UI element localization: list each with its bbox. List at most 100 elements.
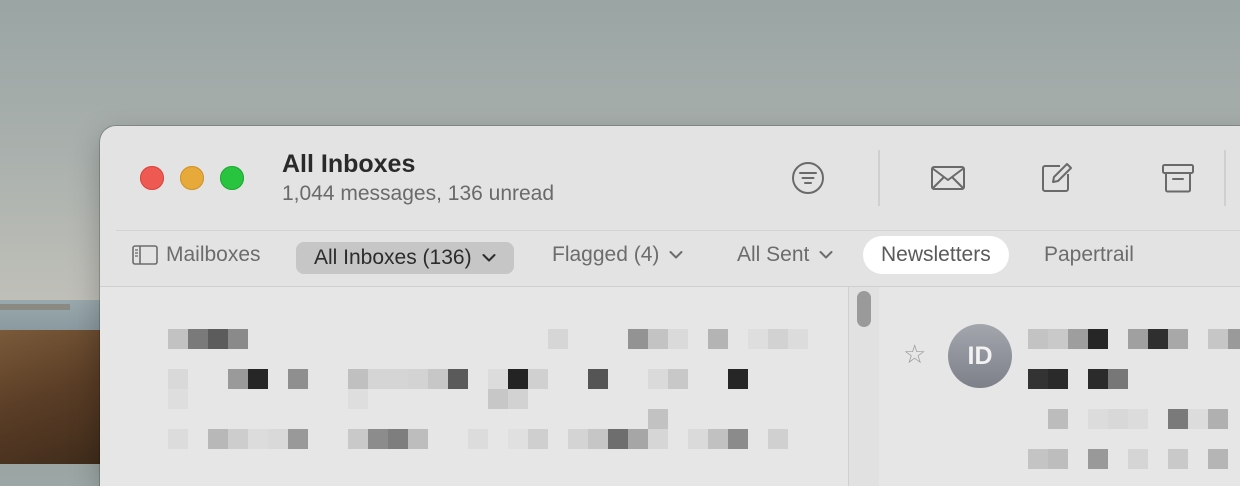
redacted-pixel-block (348, 369, 368, 389)
window-subtitle: 1,044 messages, 136 unread (282, 182, 555, 205)
redacted-pixel-block (1168, 449, 1188, 469)
redacted-pixel-block (788, 329, 808, 349)
redacted-pixel-block (728, 369, 748, 389)
redacted-pixel-block (768, 329, 788, 349)
redacted-pixel-block (488, 389, 508, 409)
redacted-pixel-block (1028, 449, 1048, 469)
redacted-pixel-block (388, 429, 408, 449)
redacted-pixel-block (408, 369, 428, 389)
redacted-pixel-block (1108, 409, 1128, 429)
maximize-button[interactable] (220, 166, 244, 190)
redacted-pixel-block (648, 429, 668, 449)
redacted-pixel-block (508, 369, 528, 389)
redacted-pixel-block (1168, 329, 1188, 349)
favorite-all-sent[interactable]: All Sent (737, 236, 833, 274)
filter-button[interactable] (786, 156, 830, 200)
mailboxes-toggle[interactable]: Mailboxes (132, 236, 261, 274)
redacted-pixel-block (348, 389, 368, 409)
archive-button[interactable] (1156, 156, 1200, 200)
redacted-pixel-block (548, 329, 568, 349)
redacted-pixel-block (388, 369, 408, 389)
redacted-pixel-block (508, 389, 528, 409)
redacted-pixel-block (208, 429, 228, 449)
redacted-pixel-block (668, 329, 688, 349)
redacted-pixel-block (168, 389, 188, 409)
redacted-pixel-block (728, 429, 748, 449)
redacted-pixel-block (1048, 449, 1068, 469)
redacted-pixel-block (1128, 409, 1148, 429)
chevron-down-icon (819, 251, 833, 259)
filter-icon (792, 162, 824, 194)
redacted-pixel-block (1108, 369, 1128, 389)
redacted-pixel-block (708, 329, 728, 349)
redacted-pixel-block (1148, 329, 1168, 349)
star-icon[interactable]: ☆ (903, 341, 926, 367)
redacted-pixel-block (1168, 409, 1188, 429)
close-button[interactable] (140, 166, 164, 190)
all-inboxes-label: All Inboxes (136) (314, 246, 472, 269)
redacted-pixel-block (508, 429, 528, 449)
redacted-pixel-block (228, 429, 248, 449)
favorite-newsletters[interactable]: Newsletters (863, 236, 1009, 274)
get-mail-button[interactable] (926, 156, 970, 200)
redacted-pixel-block (288, 369, 308, 389)
chevron-down-icon (669, 251, 683, 259)
redacted-pixel-block (488, 369, 508, 389)
redacted-pixel-block (368, 369, 388, 389)
redacted-pixel-block (1188, 409, 1208, 429)
redacted-pixel-block (1088, 449, 1108, 469)
sidebar-icon (132, 245, 158, 265)
redacted-pixel-block (1048, 329, 1068, 349)
redacted-pixel-block (588, 369, 608, 389)
redacted-pixel-block (248, 369, 268, 389)
compose-icon (1042, 163, 1072, 192)
redacted-pixel-block (648, 329, 668, 349)
message-list[interactable] (100, 287, 850, 486)
redacted-pixel-block (228, 369, 248, 389)
favorite-papertrail[interactable]: Papertrail (1044, 236, 1134, 274)
redacted-pixel-block (188, 329, 208, 349)
redacted-pixel-block (1208, 409, 1228, 429)
redacted-pixel-block (648, 369, 668, 389)
redacted-pixel-block (1208, 449, 1228, 469)
redacted-pixel-block (1128, 329, 1148, 349)
message-list-scrollbar[interactable] (848, 287, 880, 486)
redacted-pixel-block (688, 429, 708, 449)
sender-avatar: ID (948, 324, 1012, 388)
desktop-cliff (0, 304, 70, 310)
scrollbar-thumb[interactable] (857, 291, 871, 327)
redacted-pixel-block (1028, 369, 1048, 389)
minimize-button[interactable] (180, 166, 204, 190)
compose-button[interactable] (1034, 156, 1078, 200)
all-sent-label: All Sent (737, 243, 810, 266)
window-title: All Inboxes (282, 150, 416, 178)
redacted-pixel-block (428, 369, 448, 389)
mailboxes-label: Mailboxes (166, 243, 261, 266)
redacted-pixel-block (668, 369, 688, 389)
redacted-pixel-block (168, 369, 188, 389)
redacted-pixel-block (1028, 329, 1048, 349)
redacted-pixel-block (1068, 329, 1088, 349)
redacted-pixel-block (1048, 369, 1068, 389)
newsletters-label: Newsletters (881, 243, 991, 266)
redacted-pixel-block (168, 429, 188, 449)
redacted-pixel-block (1048, 409, 1068, 429)
redacted-pixel-block (408, 429, 428, 449)
redacted-pixel-block (1088, 369, 1108, 389)
redacted-pixel-block (268, 429, 288, 449)
redacted-pixel-block (648, 409, 668, 429)
favorite-all-inboxes[interactable]: All Inboxes (136) (296, 242, 514, 274)
redacted-pixel-block (1088, 329, 1108, 349)
toolbar-divider (1224, 150, 1226, 206)
redacted-pixel-block (1208, 329, 1228, 349)
redacted-pixel-block (208, 329, 228, 349)
redacted-pixel-block (348, 429, 368, 449)
archive-icon (1162, 164, 1194, 193)
redacted-pixel-block (448, 369, 468, 389)
mail-window: All Inboxes 1,044 messages, 136 unread M… (100, 126, 1240, 486)
favorite-flagged[interactable]: Flagged (4) (552, 236, 683, 274)
redacted-pixel-block (228, 329, 248, 349)
redacted-pixel-block (168, 329, 188, 349)
flagged-label: Flagged (4) (552, 243, 660, 266)
redacted-pixel-block (1128, 449, 1148, 469)
